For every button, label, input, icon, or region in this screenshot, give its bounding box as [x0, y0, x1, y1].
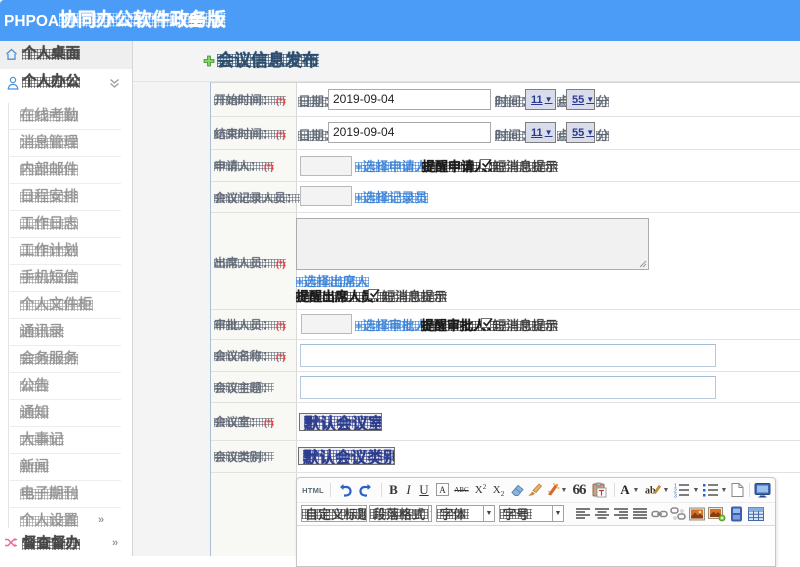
svg-text:3: 3 [674, 494, 677, 499]
svg-text:ab: ab [645, 486, 656, 497]
